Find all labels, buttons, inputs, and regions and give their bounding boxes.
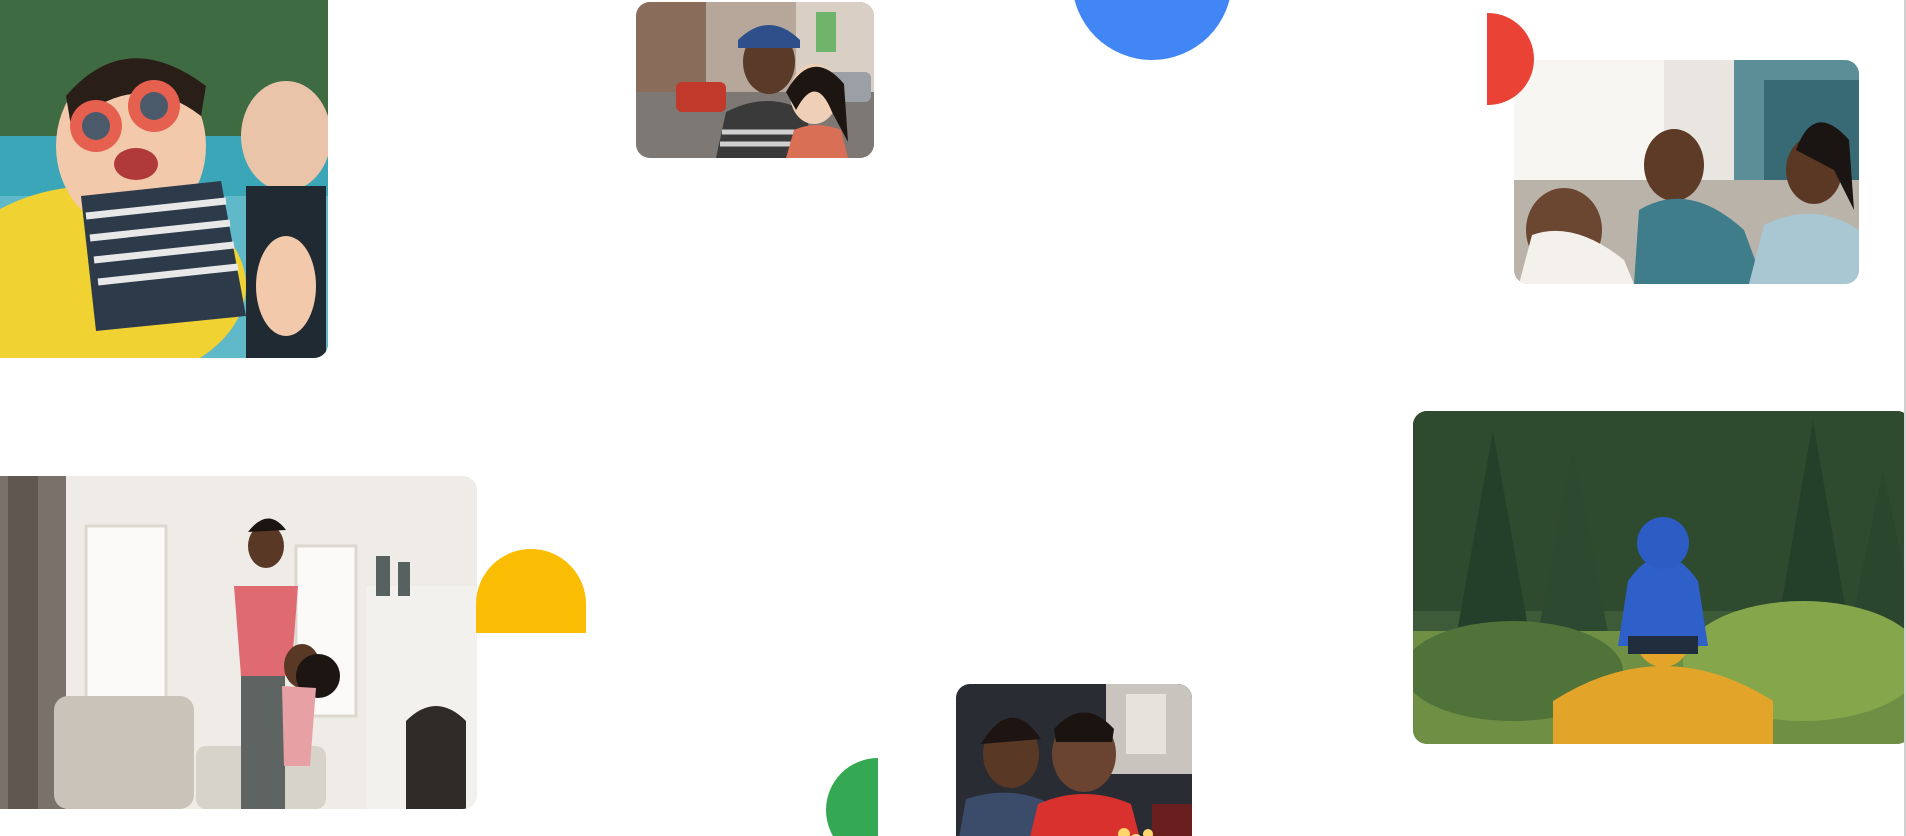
yellow-half-circle-accent [476, 549, 586, 633]
photo-boy-birthday-candles [956, 684, 1192, 836]
photo-father-child-forest [1413, 411, 1906, 744]
photo-family-couch-image [1514, 60, 1859, 284]
photo-girl-pool-sunglasses [0, 0, 328, 358]
photo-girl-pool-image [0, 0, 328, 358]
photo-couple-street-image [636, 2, 874, 158]
photo-couple-street [636, 2, 874, 158]
green-half-circle-accent [826, 758, 878, 836]
photo-family-couch-laughing [1514, 60, 1859, 284]
photo-birthday-image [956, 684, 1192, 836]
photo-mother-daughter-image [0, 476, 477, 809]
photo-collage [0, 0, 1906, 836]
blue-circle-accent [1072, 0, 1232, 60]
photo-father-child-image [1413, 411, 1906, 744]
photo-mother-daughter-living-room [0, 476, 477, 809]
